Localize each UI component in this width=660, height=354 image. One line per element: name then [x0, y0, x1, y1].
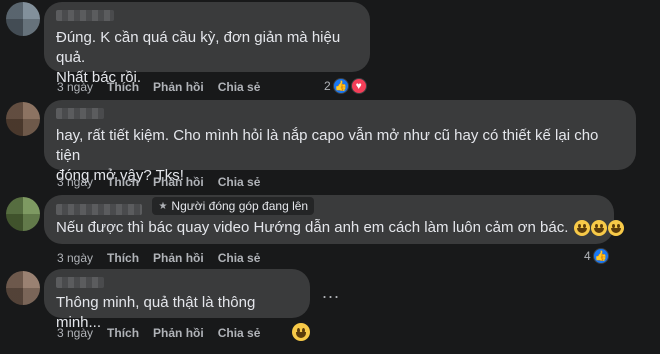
comment-bubble: hay, rất tiết kiệm. Cho mình hỏi là nắp …	[44, 100, 636, 184]
comment-text-line: Nếu được thì bác quay video Hướng dẫn an…	[56, 218, 624, 238]
timestamp[interactable]: 3 ngày	[57, 80, 93, 94]
badge-label: Người đóng góp đang lên	[171, 199, 309, 213]
comment-bubble: ★ Người đóng góp đang lên Nếu được thì b…	[44, 195, 624, 244]
reaction-count: 2	[324, 79, 331, 93]
timestamp[interactable]: 3 ngày	[57, 326, 93, 340]
comment-actions: 3 ngày Thích Phản hồi Chia sẻ	[57, 80, 260, 94]
timestamp[interactable]: 3 ngày	[57, 175, 93, 189]
contributor-badge[interactable]: ★ Người đóng góp đang lên	[152, 197, 315, 215]
reply-button[interactable]: Phản hồi	[153, 175, 204, 189]
author-name-blurred[interactable]	[56, 203, 142, 215]
like-button[interactable]: Thích	[107, 80, 139, 94]
avatar[interactable]	[6, 102, 40, 136]
avatar[interactable]	[6, 2, 40, 36]
comment-text-line: hay, rất tiết kiệm. Cho mình hỏi là nắp …	[56, 127, 599, 164]
share-button[interactable]: Chia sẻ	[218, 251, 261, 265]
share-button[interactable]: Chia sẻ	[218, 80, 261, 94]
like-icon: 👍	[332, 78, 349, 94]
timestamp[interactable]: 3 ngày	[57, 251, 93, 265]
comment-text: Nếu được thì bác quay video Hướng dẫn an…	[56, 219, 569, 237]
comment-actions: 3 ngày Thích Phản hồi Chia sẻ	[57, 326, 260, 340]
author-name-blurred[interactable]	[56, 10, 114, 22]
like-icon: 👍	[592, 248, 609, 264]
avatar[interactable]	[6, 271, 40, 305]
author-name-blurred[interactable]	[56, 277, 104, 289]
reply-button[interactable]: Phản hồi	[153, 80, 204, 94]
like-button[interactable]: Thích	[107, 175, 139, 189]
like-button[interactable]: Thích	[107, 251, 139, 265]
comment-actions: 3 ngày Thích Phản hồi Chia sẻ	[57, 251, 260, 265]
grin-emoji-icon	[607, 220, 624, 237]
reply-button[interactable]: Phản hồi	[153, 326, 204, 340]
grin-emoji-icon	[573, 220, 590, 237]
reaction-summary[interactable]: 4 👍	[578, 246, 612, 266]
more-options-button[interactable]: ...	[322, 282, 340, 303]
grin-emoji-icon[interactable]	[292, 323, 310, 341]
comment-text-line: Đúng. K cần quá cầu kỳ, đơn giản mà hiệu…	[56, 29, 341, 66]
share-button[interactable]: Chia sẻ	[218, 326, 261, 340]
reply-button[interactable]: Phản hồi	[153, 251, 204, 265]
comment-actions: 3 ngày Thích Phản hồi Chia sẻ	[57, 175, 260, 189]
comment-bubble: Thông minh, quả thật là thông minh...	[44, 269, 310, 331]
like-button[interactable]: Thích	[107, 326, 139, 340]
avatar[interactable]	[6, 197, 40, 231]
reaction-summary[interactable]: 2 👍 ♥	[318, 76, 370, 96]
comment-bubble: Đúng. K cần quá cầu kỳ, đơn giản mà hiệu…	[44, 2, 370, 86]
reaction-count: 4	[584, 249, 591, 263]
share-button[interactable]: Chia sẻ	[218, 175, 261, 189]
rising-star-icon: ★	[158, 200, 168, 212]
grin-emoji-icon	[590, 220, 607, 237]
love-icon: ♥	[350, 78, 367, 94]
author-name-blurred[interactable]	[56, 108, 104, 120]
